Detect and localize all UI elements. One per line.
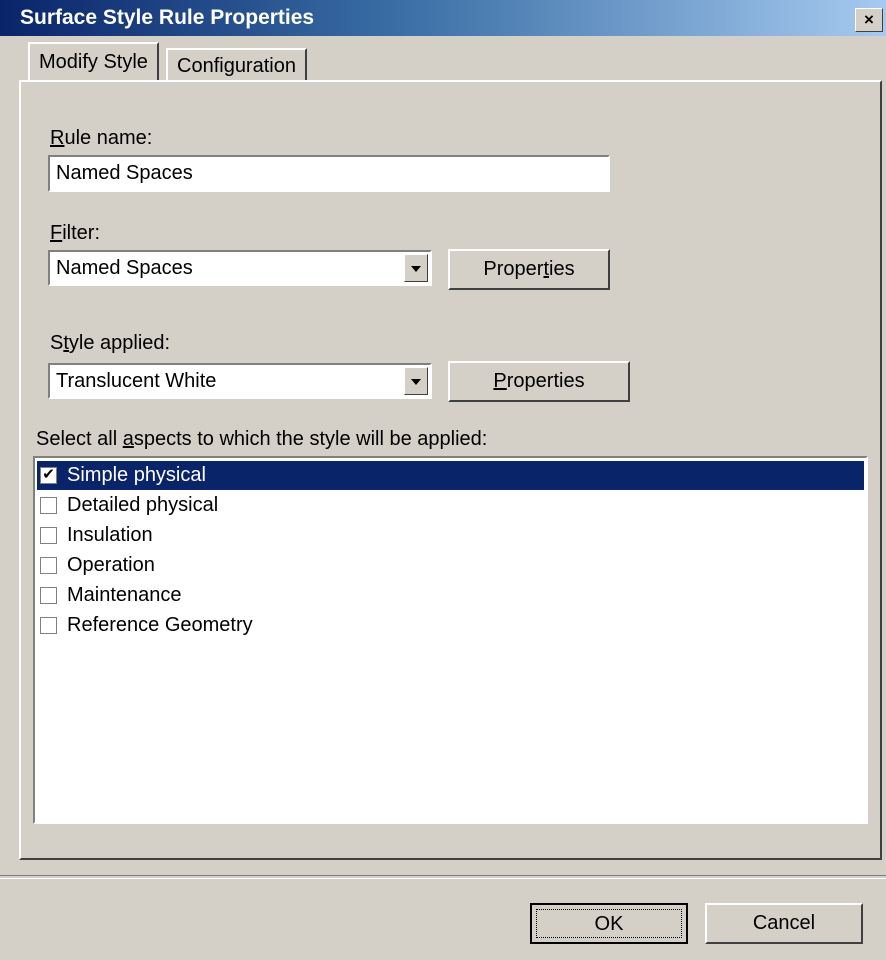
style-applied-dropdown[interactable]: Translucent White — [48, 363, 432, 399]
aspects-listbox[interactable]: ✔ Simple physical Detailed physical Insu… — [33, 456, 868, 824]
check-icon: ✔ — [42, 466, 55, 483]
list-item[interactable]: Reference Geometry — [37, 611, 864, 640]
chevron-down-icon[interactable] — [404, 254, 428, 282]
window-title: Surface Style Rule Properties — [20, 6, 315, 29]
filter-properties-button[interactable]: Properties — [448, 249, 610, 290]
focus-rect: OK — [536, 909, 682, 938]
rule-name-input[interactable]: Named Spaces — [48, 155, 610, 192]
checkbox-checked[interactable]: ✔ — [40, 467, 57, 484]
title-bar: Surface Style Rule Properties × — [0, 0, 886, 36]
list-item[interactable]: Maintenance — [37, 581, 864, 610]
ok-button[interactable]: OK — [530, 903, 688, 944]
tab-configuration[interactable]: Configuration — [166, 48, 307, 82]
tab-modify-style[interactable]: Modify Style — [28, 42, 159, 80]
filter-value: Named Spaces — [56, 257, 193, 279]
checkbox[interactable] — [40, 587, 57, 604]
tab-label: Configuration — [177, 55, 296, 77]
style-applied-label: Style applied: — [50, 332, 171, 354]
chevron-down-icon[interactable] — [404, 367, 428, 395]
aspects-label: Select all aspects to which the style wi… — [36, 428, 488, 450]
style-applied-value: Translucent White — [56, 370, 217, 392]
close-button[interactable]: × — [855, 8, 883, 32]
filter-label: Filter: — [50, 222, 101, 244]
list-item[interactable]: Detailed physical — [37, 491, 864, 520]
checkbox[interactable] — [40, 557, 57, 574]
checkbox[interactable] — [40, 497, 57, 514]
rule-name-label: Rule name: — [50, 127, 153, 149]
close-icon: × — [864, 10, 874, 29]
list-item[interactable]: Insulation — [37, 521, 864, 550]
checkbox[interactable] — [40, 617, 57, 634]
filter-dropdown[interactable]: Named Spaces — [48, 250, 432, 286]
list-item[interactable]: ✔ Simple physical — [37, 461, 864, 490]
tab-label: Modify Style — [39, 51, 148, 73]
style-properties-button[interactable]: Properties — [448, 361, 630, 402]
checkbox[interactable] — [40, 527, 57, 544]
list-item[interactable]: Operation — [37, 551, 864, 580]
cancel-button[interactable]: Cancel — [705, 903, 863, 944]
divider — [0, 875, 886, 879]
rule-name-value: Named Spaces — [56, 162, 193, 184]
